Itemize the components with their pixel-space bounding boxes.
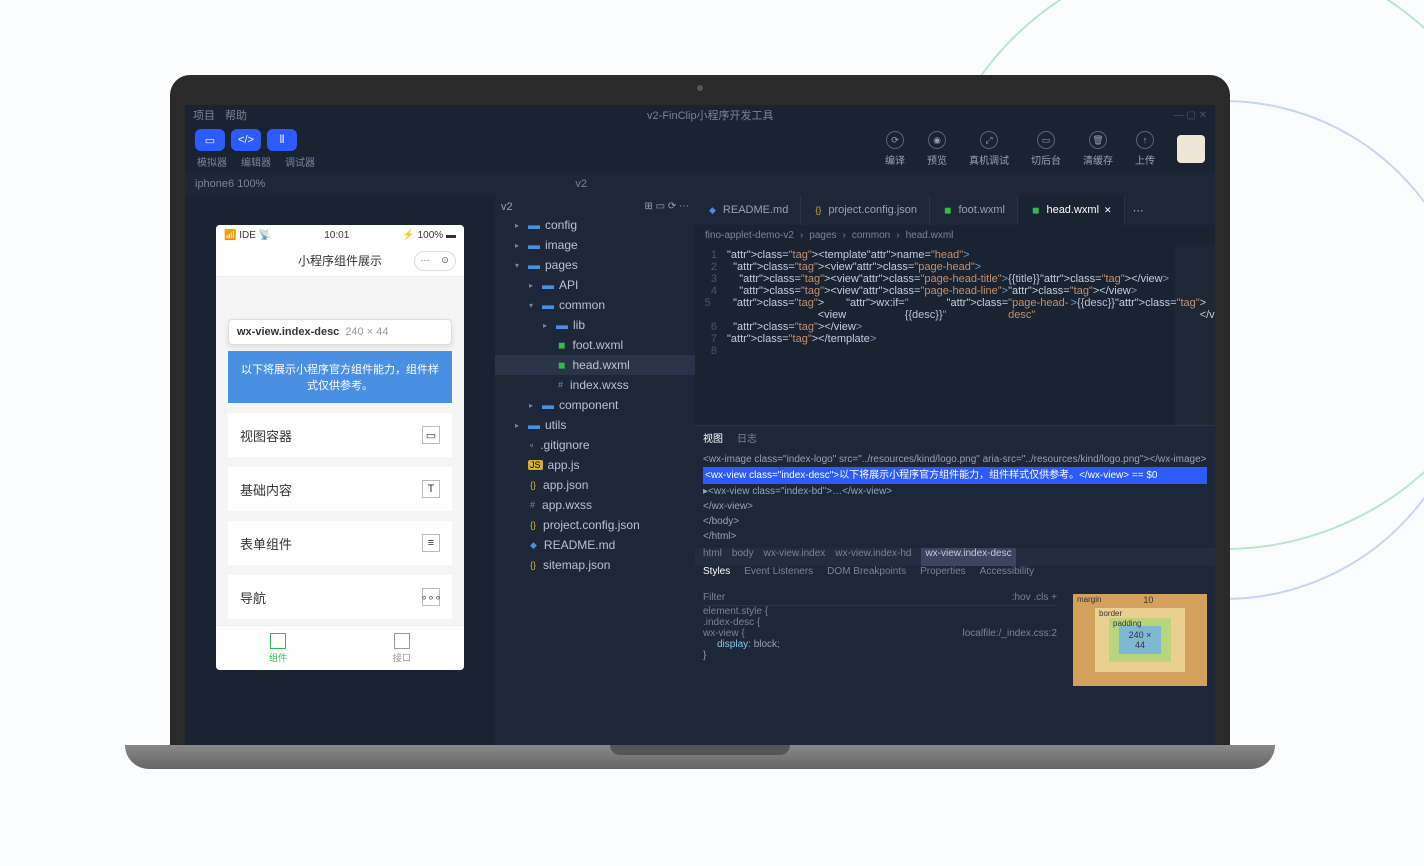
minimap[interactable] — [1175, 245, 1215, 425]
elements-tree[interactable]: <wx-image class="index-logo" src="../res… — [695, 448, 1215, 548]
device-label: iphone6 100% — [195, 178, 265, 190]
avatar[interactable] — [1177, 135, 1205, 163]
mode-label: 编辑器 — [241, 154, 271, 169]
clear-cache-button[interactable]: 🗑清缓存 — [1083, 131, 1113, 167]
menu-project[interactable]: 项目 — [193, 107, 215, 123]
project-label: v2 — [575, 178, 587, 190]
editor-tab[interactable]: ◼foot.wxml — [930, 195, 1018, 225]
file-tree-item[interactable]: ▸▬image — [495, 235, 695, 255]
editor-tab[interactable]: ◆README.md — [695, 195, 801, 225]
mode-label: 调试器 — [285, 154, 315, 169]
file-tree-item[interactable]: ◼foot.wxml — [495, 335, 695, 355]
devtools-tabs[interactable]: 视图 日志 — [695, 426, 1215, 448]
tab-api[interactable]: 接口 — [340, 626, 464, 670]
list-item[interactable]: 表单组件≡ — [228, 521, 452, 565]
file-tree-item[interactable]: JSapp.js — [495, 455, 695, 475]
list-item[interactable]: 基础内容T — [228, 467, 452, 511]
file-tree-item[interactable]: ◼head.wxml — [495, 355, 695, 375]
window-title: v2-FinClip小程序开发工具 — [247, 107, 1174, 123]
editor-panel: ◆README.md{}project.config.json◼foot.wxm… — [695, 195, 1215, 745]
tab-components[interactable]: 组件 — [216, 626, 340, 670]
code-line[interactable]: 1"attr">class="tag"><template "attr">nam… — [695, 249, 1215, 261]
mode-label: 模拟器 — [197, 154, 227, 169]
editor-tab[interactable]: {}project.config.json — [801, 195, 930, 225]
window-controls[interactable]: — ▢ ✕ — [1174, 110, 1207, 121]
file-tree-item[interactable]: ▾▬common — [495, 295, 695, 315]
file-tree-item[interactable]: ▸▬config — [495, 215, 695, 235]
phone-simulator[interactable]: 📶 IDE 📡 10:01 ⚡ 100% ▬ 小程序组件展示 ⋯⊙ wx-vie… — [216, 225, 464, 670]
styles-tab[interactable]: Properties — [920, 566, 966, 586]
code-line[interactable]: 4 "attr">class="tag"><view "attr">class=… — [695, 285, 1215, 297]
inspector-tooltip: wx-view.index-desc240 × 44 — [228, 319, 452, 345]
remote-debug-button[interactable]: ⤢真机调试 — [969, 131, 1009, 167]
background-button[interactable]: ▭切后台 — [1031, 131, 1061, 167]
styles-tab[interactable]: Styles — [703, 566, 730, 586]
code-line[interactable]: 8 — [695, 345, 1215, 357]
phone-tabbar: 组件 接口 — [216, 625, 464, 670]
file-tree-item[interactable]: ▫.gitignore — [495, 435, 695, 455]
camera-dot — [697, 85, 703, 91]
filter-input[interactable]: Filter — [703, 592, 725, 603]
mode-simulator-button[interactable]: ▭ — [195, 129, 225, 151]
explorer-actions[interactable]: ⊞ ▭ ⟳ ⋯ — [644, 201, 689, 213]
toolbar: ▭ </> ⫴ 模拟器 编辑器 调试器 ⟳编译 ◉预览 ⤢真机调试 ▭切后台 — [185, 125, 1215, 173]
code-line[interactable]: 5 "attr">class="tag"><view "attr">wx:if=… — [695, 297, 1215, 321]
code-line[interactable]: 7"attr">class="tag"></template> — [695, 333, 1215, 345]
compile-button[interactable]: ⟳编译 — [885, 131, 905, 167]
devtools-panel: 视图 日志 <wx-image class="index-logo" src="… — [695, 425, 1215, 745]
file-tree-item[interactable]: #app.wxss — [495, 495, 695, 515]
list-item[interactable]: 导航∘∘∘ — [228, 575, 452, 619]
file-tree-item[interactable]: {}project.config.json — [495, 515, 695, 535]
code-line[interactable]: 2 "attr">class="tag"><view "attr">class=… — [695, 261, 1215, 273]
preview-button[interactable]: ◉预览 — [927, 131, 947, 167]
box-model: margin10 border padding 240 × 44 — [1065, 586, 1215, 745]
code-line[interactable]: 6 "attr">class="tag"></view> — [695, 321, 1215, 333]
file-explorer: v2 ⊞ ▭ ⟳ ⋯ ▸▬config▸▬image▾▬pages▸▬API▾▬… — [495, 195, 695, 745]
file-tree-item[interactable]: ▾▬pages — [495, 255, 695, 275]
styles-tab[interactable]: DOM Breakpoints — [827, 566, 906, 586]
editor-tab[interactable]: ◼head.wxml✕ — [1018, 195, 1125, 225]
capsule-menu[interactable]: ⋯⊙ — [414, 251, 456, 271]
app-screen: 项目 帮助 v2-FinClip小程序开发工具 — ▢ ✕ ▭ </> ⫴ 模拟… — [185, 105, 1215, 745]
mode-debugger-button[interactable]: ⫴ — [267, 129, 297, 151]
file-tree-item[interactable]: ◆README.md — [495, 535, 695, 555]
status-bar: iphone6 100% v2 — [185, 173, 1215, 195]
page-title: 小程序组件展示 — [298, 252, 382, 269]
menubar: 项目 帮助 v2-FinClip小程序开发工具 — ▢ ✕ — [185, 105, 1215, 125]
mode-editor-button[interactable]: </> — [231, 129, 261, 151]
file-tree-item[interactable]: ▸▬lib — [495, 315, 695, 335]
styles-tabs[interactable]: Styles Event Listeners DOM Breakpoints Prop… — [695, 566, 1215, 586]
phone-statusbar: 📶 IDE 📡 10:01 ⚡ 100% ▬ — [216, 225, 464, 245]
styles-tab[interactable]: Event Listeners — [744, 566, 813, 586]
upload-button[interactable]: ↑上传 — [1135, 131, 1155, 167]
styles-panel[interactable]: Filter :hov .cls + element.style {.index… — [695, 586, 1065, 745]
hov-toggle[interactable]: :hov .cls + — [1012, 592, 1057, 603]
file-tree-item[interactable]: {}app.json — [495, 475, 695, 495]
file-tree-item[interactable]: {}sitemap.json — [495, 555, 695, 575]
highlighted-element: 以下将展示小程序官方组件能力，组件样式仅供参考。 — [228, 351, 452, 403]
editor-tabs: ◆README.md{}project.config.json◼foot.wxm… — [695, 195, 1215, 225]
file-tree-item[interactable]: ▸▬component — [495, 395, 695, 415]
menu-help[interactable]: 帮助 — [225, 107, 247, 123]
styles-tab[interactable]: Accessibility — [980, 566, 1034, 586]
code-line[interactable]: 3 "attr">class="tag"><view "attr">class=… — [695, 273, 1215, 285]
code-editor[interactable]: 1"attr">class="tag"><template "attr">nam… — [695, 245, 1215, 425]
tab-overflow[interactable]: ⋯ — [1125, 195, 1152, 225]
file-tree-item[interactable]: ▸▬utils — [495, 415, 695, 435]
file-tree-item[interactable]: #index.wxss — [495, 375, 695, 395]
project-root[interactable]: v2 — [501, 201, 513, 213]
simulator-panel: 📶 IDE 📡 10:01 ⚡ 100% ▬ 小程序组件展示 ⋯⊙ wx-vie… — [185, 195, 495, 745]
phone-navbar: 小程序组件展示 ⋯⊙ — [216, 245, 464, 277]
list-item[interactable]: 视图容器▭ — [228, 413, 452, 457]
file-tree-item[interactable]: ▸▬API — [495, 275, 695, 295]
elements-breadcrumb[interactable]: htmlbodywx-view.indexwx-view.index-hdwx-… — [695, 548, 1215, 566]
breadcrumb[interactable]: fino-applet-demo-v2›pages›common›head.wx… — [695, 225, 1215, 245]
laptop-frame: 项目 帮助 v2-FinClip小程序开发工具 — ▢ ✕ ▭ </> ⫴ 模拟… — [170, 75, 1230, 769]
